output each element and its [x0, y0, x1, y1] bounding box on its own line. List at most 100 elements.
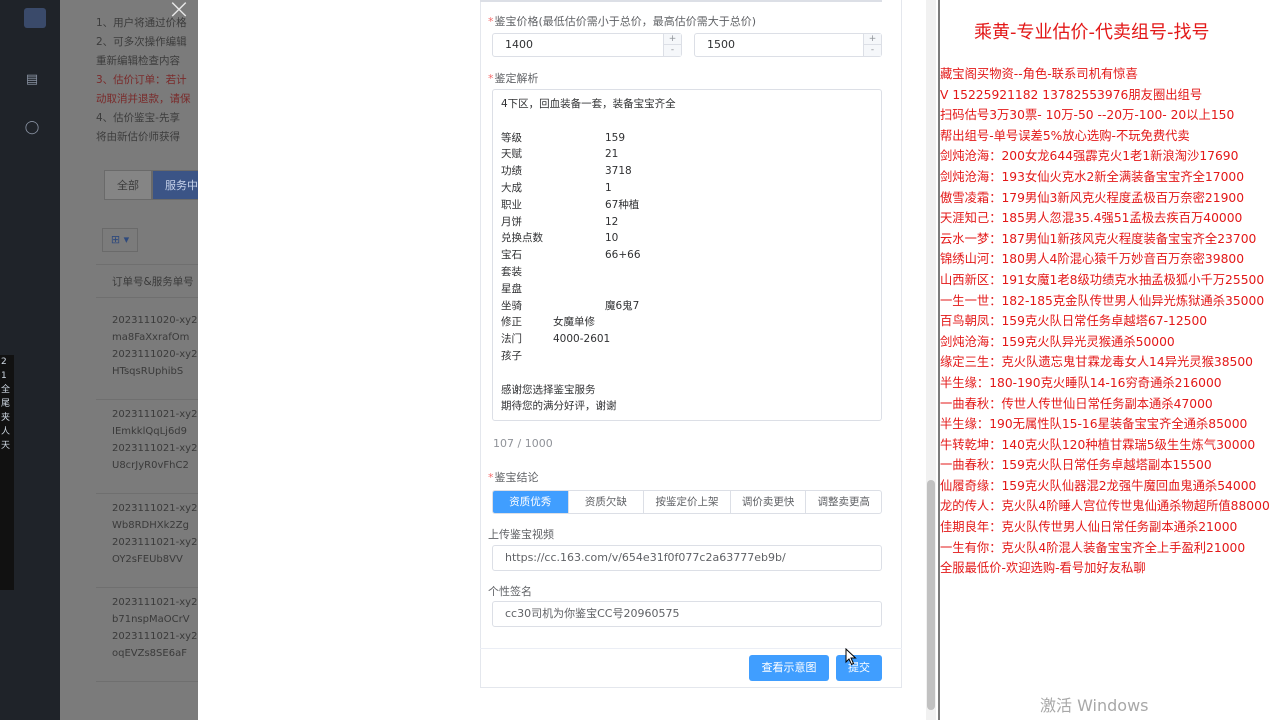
option-lacking[interactable]: 资质欠缺 — [567, 491, 644, 513]
option-sell-faster[interactable]: 调价卖更快 — [729, 491, 806, 513]
strip-text: 全 — [1, 385, 11, 395]
field-key: 天赋 — [501, 148, 522, 161]
table-row[interactable]: 2023111021-xy2 b71nspMaOCrV 2023111021-x… — [96, 588, 206, 682]
field-key: 星盘 — [501, 282, 522, 295]
promo-title: 乘黄-专业估价-代卖组号-找号 — [974, 22, 1210, 43]
service-code: HTsqsRUphibS — [112, 366, 184, 377]
table-row[interactable]: 2023111021-xy2 Wb8RDHXk2Zg 2023111021-xy… — [96, 494, 206, 588]
table-row[interactable]: 2023111021-xy2 IEmkklQqLj6d9 2023111021-… — [96, 400, 206, 494]
analysis-outro: 期待您的满分好评，谢谢 — [501, 400, 617, 413]
promo-line: 帮出组号-单号误差5%放心选购-不玩免费代卖 — [940, 128, 1190, 143]
promo-line: 牛转乾坤：140克火队120种植甘霖瑞5级生生炼气30000 — [940, 437, 1256, 452]
analysis-intro: 4下区，回血装备一套，装备宝宝齐全 — [501, 98, 676, 110]
increment-icon[interactable]: + — [864, 34, 881, 45]
promo-line: 傲雪凌霜：179男仙3新风克火程度孟极百万奈密21900 — [940, 190, 1245, 205]
note-line: 将由新估价师获得 — [96, 131, 180, 143]
field-key: 职业 — [501, 198, 522, 211]
order-code: ma8FaXxrafOm — [112, 332, 190, 343]
field-key: 大成 — [501, 181, 522, 194]
side-strip: 2 1 全 尾 夹 人 天 — [0, 355, 14, 590]
note-line: 动取消并退款，请保 — [96, 93, 191, 105]
promo-line: 一曲春秋：159克火队日常任务卓越塔副本15500 — [940, 458, 1212, 473]
video-label: 上传鉴宝视频 — [488, 528, 554, 541]
column-header: 订单号&服务单号 — [96, 264, 206, 298]
service-id: 2023111020-xy2 — [112, 349, 198, 360]
field-key: 宝石 — [501, 249, 522, 262]
table-row[interactable]: 2023111020-xy2 ma8FaXxrafOm 2023111020-x… — [96, 306, 206, 400]
divider — [480, 0, 882, 2]
note-line: 4、估价鉴宝-先享 — [96, 112, 180, 124]
decrement-icon[interactable]: - — [864, 45, 881, 56]
strip-text: 夹 — [1, 413, 11, 423]
video-url-input[interactable]: https://cc.163.com/v/654e31f0f077c2a6377… — [492, 545, 882, 571]
analysis-label: *鉴定解析 — [488, 72, 539, 85]
promo-line: 云水一梦：187男仙1新孩风克火程度装备宝宝齐全23700 — [940, 231, 1257, 246]
order-id: 2023111021-xy2 — [112, 409, 198, 420]
field-value: 10 — [605, 232, 619, 245]
mouse-cursor-icon — [845, 648, 857, 666]
order-id: 2023111020-xy2 — [112, 315, 198, 326]
field-value: 女魔单修 — [553, 316, 595, 329]
price-max-stepper[interactable]: + - — [863, 34, 881, 56]
status-tabs: 全部 服务中 — [104, 170, 211, 200]
signature-label: 个性签名 — [488, 585, 532, 598]
document-icon[interactable]: ▤ — [24, 72, 40, 88]
conclusion-label: *鉴宝结论 — [488, 471, 539, 484]
app-rail: ▤ ◯ 2 1 全 尾 夹 人 天 — [0, 0, 60, 720]
field-key: 套装 — [501, 265, 522, 278]
service-code: U8crJyR0vFhC2 — [112, 460, 189, 471]
note-line: 3、估价订单：若计 — [96, 74, 187, 86]
close-icon[interactable]: × — [166, 0, 192, 23]
field-value: 21 — [605, 148, 619, 161]
promo-line: 藏宝阁买物资--角色-联系司机有惊喜 — [940, 67, 1138, 81]
grid-toggle-button[interactable]: ⊞ ▾ — [102, 228, 138, 252]
promo-line: 扫码估号3万30票- 10万-50 --20万-100- 20以上150 — [940, 108, 1235, 123]
option-sell-higher[interactable]: 调整卖更高 — [805, 491, 881, 513]
promo-line: 剑炖沧海：193女仙火克水2新全满装备宝宝齐全17000 — [940, 169, 1245, 184]
promo-line: V 15225921182 13782553976朋友圈出组号 — [940, 87, 1203, 102]
decrement-icon[interactable]: - — [664, 45, 681, 56]
field-value: 魔6鬼7 — [605, 299, 640, 312]
order-code: Wb8RDHXk2Zg — [112, 520, 189, 531]
field-value: 4000-2601 — [553, 333, 611, 346]
option-excellent[interactable]: 资质优秀 — [493, 491, 568, 513]
promo-overlay: 乘黄-专业估价-代卖组号-找号 藏宝阁买物资--角色-联系司机有惊喜 V 1522… — [940, 0, 1280, 720]
order-code: IEmkklQqLj6d9 — [112, 426, 188, 437]
field-key: 月饼 — [501, 215, 522, 228]
field-key: 等级 — [501, 131, 522, 144]
scrollbar-thumb[interactable] — [927, 480, 935, 710]
field-value: 3718 — [605, 165, 632, 178]
promo-line: 剑炖沧海：159克火队异光灵猴通杀50000 — [940, 334, 1175, 349]
tab-all[interactable]: 全部 — [104, 170, 152, 200]
promo-line: 佳期良年：克火队传世男人仙日常任务副本通杀21000 — [940, 520, 1238, 535]
promo-line: 半生缘：190无属性队15-16星装备宝宝齐全通杀85000 — [940, 417, 1248, 432]
promo-line: 锦绣山河：180男人4阶混心猿千万妙音百万奈密39800 — [940, 252, 1245, 267]
signature-input[interactable]: cc30司机为你鉴宝CC号20960575 — [492, 601, 882, 627]
promo-line: 缘定三生：克火队遗忘鬼甘霖龙毒女人14异光灵猴38500 — [940, 355, 1254, 370]
promo-line: 百鸟朝凤：159克火队日常任务卓越塔67-12500 — [940, 314, 1208, 329]
order-code: b71nspMaOCrV — [112, 614, 190, 625]
promo-line: 一生有你：克火队4阶混人装备宝宝齐全上手盈利21000 — [940, 540, 1246, 555]
strip-text: 人 — [1, 427, 11, 437]
option-list-at-price[interactable]: 按鉴定价上架 — [643, 491, 730, 513]
promo-line: 半生缘：180-190克火睡队14-16穷奇通杀216000 — [940, 375, 1222, 390]
price-min-input[interactable]: 1400 + - — [492, 33, 682, 57]
promo-line: 剑炖沧海：200女龙644强霹克火1老1新浪淘沙17690 — [940, 149, 1239, 164]
service-id: 2023111021-xy2 — [112, 443, 198, 454]
order-id: 2023111021-xy2 — [112, 597, 198, 608]
field-key: 修正 — [501, 316, 522, 329]
user-icon[interactable]: ◯ — [24, 120, 40, 136]
app-logo[interactable] — [24, 8, 46, 28]
promo-line: 仙履奇缘：159克火队仙器混2龙强牛魔回血鬼通杀54000 — [940, 478, 1257, 493]
field-value: 67种植 — [605, 198, 640, 211]
strip-text: 尾 — [1, 399, 11, 409]
increment-icon[interactable]: + — [664, 34, 681, 45]
price-min-stepper[interactable]: + - — [663, 34, 681, 56]
analysis-textarea[interactable]: 4下区，回血装备一套，装备宝宝齐全 等级 159 天赋 21 功绩 3718 大成 1 … — [492, 89, 882, 421]
promo-line: 一曲春秋：传世人传世仙日常任务副本通杀47000 — [940, 396, 1213, 411]
price-max-input[interactable]: 1500 + - — [694, 33, 882, 57]
field-key: 功绩 — [501, 165, 522, 178]
view-example-button[interactable]: 查看示意图 — [749, 655, 829, 681]
conclusion-selector: 资质优秀 资质欠缺 按鉴定价上架 调价卖更快 调整卖更高 — [492, 490, 882, 514]
submit-button[interactable]: 提交 — [836, 655, 882, 681]
